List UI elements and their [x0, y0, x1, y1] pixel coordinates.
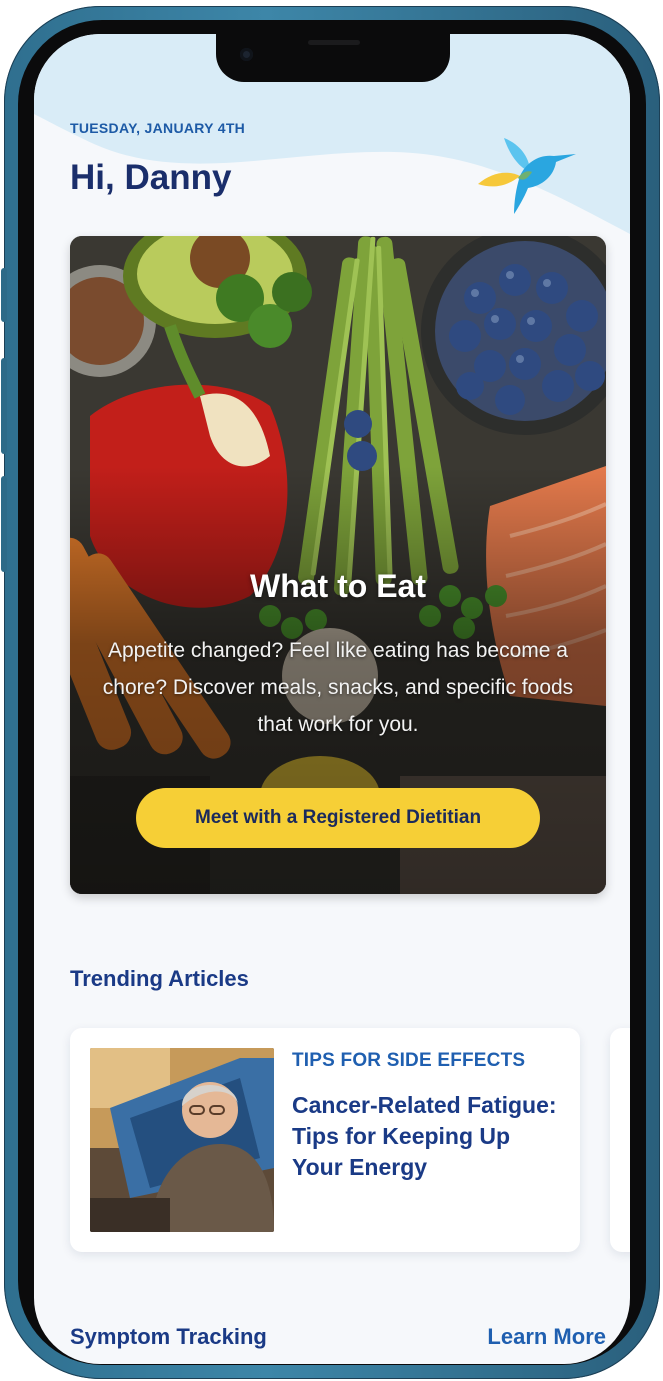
learn-more-link[interactable]: Learn More — [487, 1324, 606, 1350]
what-to-eat-card[interactable]: What to Eat Appetite changed? Feel like … — [70, 236, 606, 894]
hero-description: Appetite changed? Feel like eating has b… — [102, 639, 574, 736]
volume-down-button — [1, 476, 7, 572]
phone-notch — [216, 34, 450, 82]
article-card[interactable]: TIPS FOR SIDE EFFECTS Cancer-Related Fat… — [70, 1028, 580, 1252]
hummingbird-logo-icon — [478, 138, 576, 214]
app-screen: TUESDAY, JANUARY 4TH Hi, Danny What to E… — [34, 34, 630, 1364]
speaker-grille — [308, 40, 360, 45]
hero-title: What to Eat — [250, 568, 426, 604]
article-category: TIPS FOR SIDE EFFECTS — [292, 1050, 526, 1071]
meet-dietitian-button[interactable]: Meet with a Registered Dietitian — [136, 788, 540, 848]
next-article-card[interactable] — [610, 1028, 630, 1252]
greeting-title: Hi, Danny — [70, 158, 232, 197]
front-camera — [240, 48, 253, 61]
volume-up-button — [1, 358, 7, 454]
mute-switch — [1, 268, 7, 322]
article-thumbnail-image — [90, 1048, 274, 1232]
trending-articles-heading: Trending Articles — [70, 966, 249, 991]
article-headline: Cancer-Related Fatigue: Tips for Keeping… — [292, 1092, 557, 1180]
date-label: TUESDAY, JANUARY 4TH — [70, 120, 246, 136]
symptom-tracking-heading: Symptom Tracking — [70, 1324, 267, 1349]
